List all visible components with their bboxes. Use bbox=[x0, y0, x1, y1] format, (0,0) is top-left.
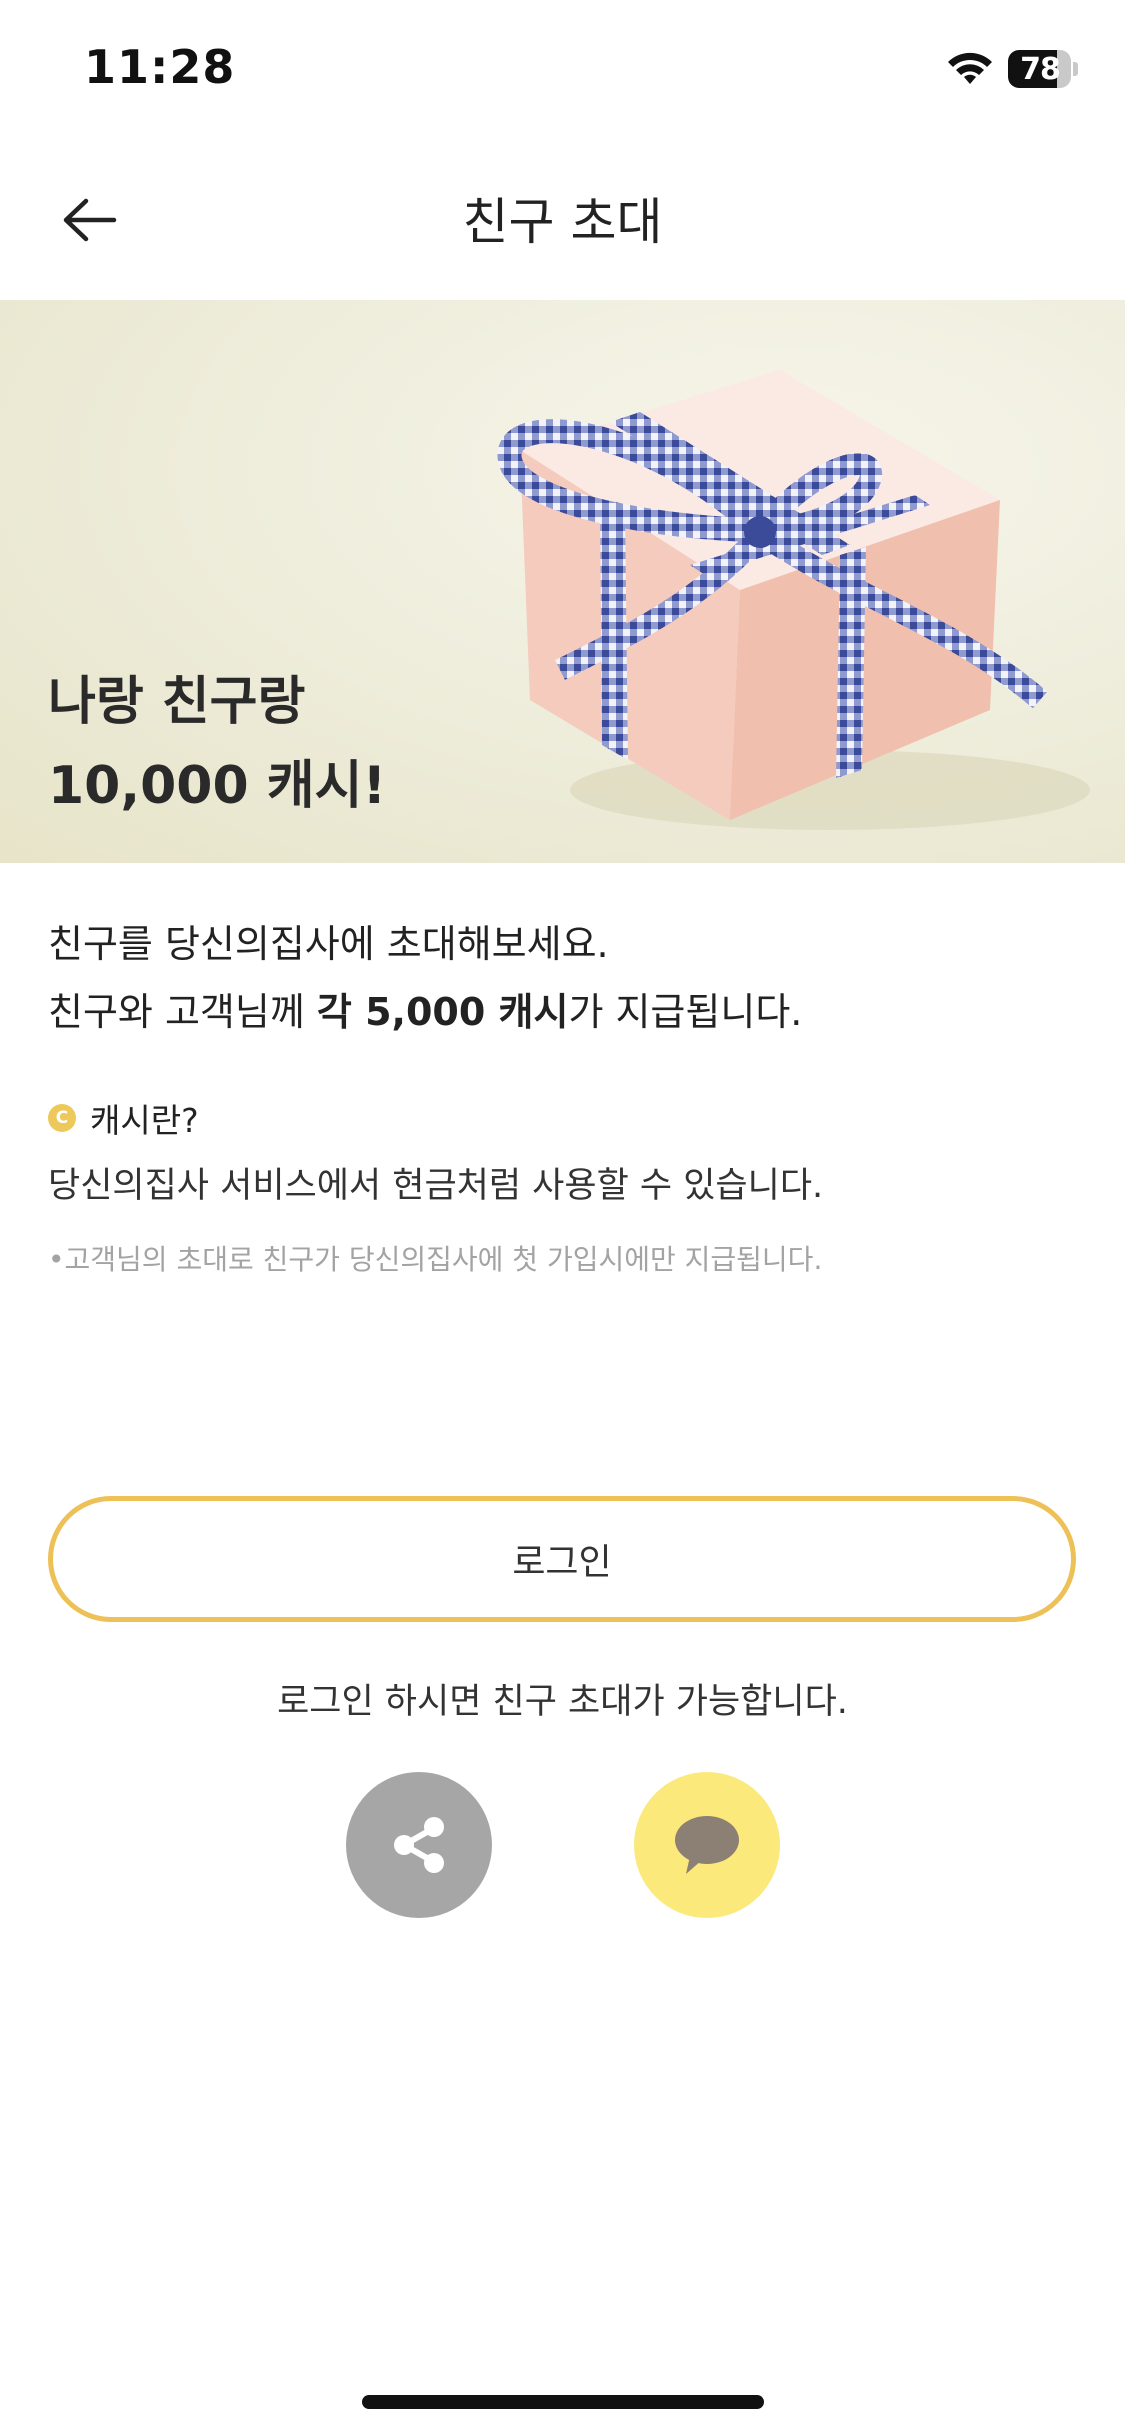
kakao-share-button[interactable] bbox=[634, 1772, 780, 1918]
nav-bar: 친구 초대 bbox=[0, 140, 1125, 300]
intro-line-1: 친구를 당신의집사에 초대해보세요. bbox=[48, 922, 609, 966]
promo-banner: 나랑 친구랑 10,000 캐시! bbox=[0, 300, 1125, 863]
battery-icon: 78 bbox=[1008, 50, 1078, 88]
intro-line-2-prefix: 친구와 고객님께 bbox=[48, 990, 317, 1034]
wifi-icon bbox=[948, 52, 992, 84]
banner-headline: 나랑 친구랑 10,000 캐시! bbox=[48, 660, 386, 828]
intro-line-2-suffix: 가 지급됩니다. bbox=[568, 990, 803, 1034]
banner-line-2: 10,000 캐시! bbox=[48, 756, 387, 816]
intro-reward-amount: 각 5,000 캐시 bbox=[316, 990, 569, 1034]
cash-info-title: 캐시란? bbox=[90, 1101, 199, 1140]
banner-line-1: 나랑 친구랑 bbox=[48, 672, 306, 732]
login-button[interactable]: 로그인 bbox=[48, 1496, 1076, 1622]
status-bar: 11:28 78 bbox=[0, 0, 1125, 140]
status-time: 11:28 bbox=[84, 40, 236, 94]
intro-text: 친구를 당신의집사에 초대해보세요. 친구와 고객님께 각 5,000 캐시가 … bbox=[48, 910, 1088, 1046]
home-indicator bbox=[362, 2395, 764, 2409]
battery-level: 78 bbox=[1020, 51, 1061, 87]
page-title: 친구 초대 bbox=[462, 193, 663, 251]
login-hint: 로그인 하시면 친구 초대가 가능합니다. bbox=[277, 1682, 848, 1722]
intro-line-2: 친구와 고객님께 각 5,000 캐시가 지급됩니다. bbox=[48, 978, 1088, 1046]
coin-icon: C bbox=[48, 1104, 76, 1132]
share-button[interactable] bbox=[346, 1772, 492, 1918]
invite-friend-screen: 11:28 78 친구 초대 나랑 친구랑 10,000 캐시! 친구를 당신의… bbox=[0, 0, 1125, 2436]
kakao-talk-icon bbox=[675, 1816, 739, 1874]
cash-info-heading: C 캐시란? bbox=[48, 1093, 199, 1143]
cash-info-description: 당신의집사 서비스에서 현금처럼 사용할 수 있습니다. bbox=[48, 1166, 824, 1206]
cash-info-note: •고객님의 초대로 친구가 당신의집사에 첫 가입시에만 지급됩니다. bbox=[48, 1243, 823, 1276]
share-icon bbox=[394, 1817, 444, 1873]
